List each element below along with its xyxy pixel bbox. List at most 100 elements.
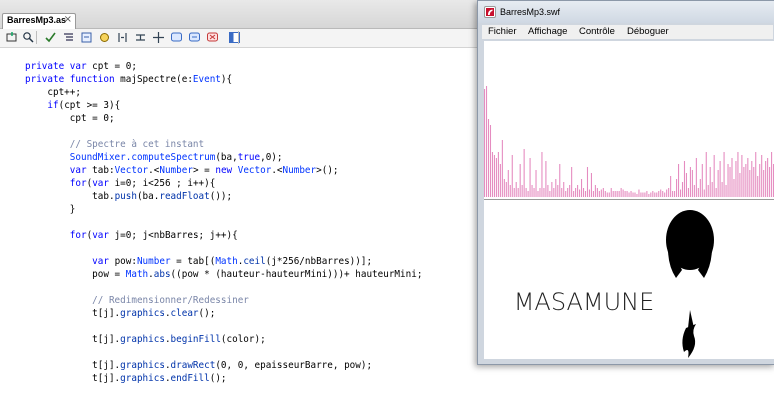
spectrum-bar	[509, 185, 511, 197]
code-token: .<	[148, 165, 160, 176]
code-token: tab.	[25, 191, 115, 202]
code-token: (ba,	[215, 152, 238, 163]
insert-target-icon[interactable]	[6, 31, 19, 44]
spectrum-bar	[602, 188, 604, 197]
menu-fichier[interactable]: Fichier	[488, 26, 517, 37]
code-token: pow:	[114, 256, 137, 267]
spectrum-bar	[638, 189, 640, 197]
code-token: beginFill	[170, 334, 221, 345]
spectrum-bar	[713, 155, 715, 197]
code-token: tab:	[92, 165, 115, 176]
spectrum-bar	[672, 191, 674, 197]
spectrum-bar	[497, 152, 499, 197]
menu-deboguer[interactable]: Déboguer	[627, 26, 669, 37]
expand-all-icon[interactable]	[152, 31, 165, 44]
code-token: ((pow * (hauteur-hauteurMini)))+ hauteur…	[170, 269, 423, 280]
menu-controle[interactable]: Contrôle	[579, 26, 615, 37]
code-token: (color);	[220, 334, 266, 345]
spectrum-bar	[549, 191, 551, 197]
close-tab-icon[interactable]: ×	[64, 14, 72, 25]
spectrum-bar	[755, 152, 757, 197]
spectrum-bar	[590, 173, 592, 197]
apply-block-comment-icon[interactable]	[170, 31, 183, 44]
code-line: }	[25, 203, 76, 216]
code-token: cpt = 0;	[92, 61, 137, 72]
check-syntax-icon[interactable]	[44, 31, 57, 44]
code-line: var tab:Vector.<Number> = new Vector.<Nu…	[25, 164, 339, 177]
spectrum-bar	[491, 152, 494, 197]
code-area[interactable]: private var cpt = 0; private function maj…	[0, 48, 480, 400]
code-token: t[j].	[25, 334, 121, 345]
window-title: BarresMp3.swf	[500, 7, 561, 17]
collapse-between-braces-icon[interactable]	[116, 31, 129, 44]
code-line: cpt = 0;	[25, 112, 115, 125]
spectrum-bar	[739, 173, 741, 197]
spectrum-bar	[717, 170, 719, 197]
spectrum-bar	[569, 185, 571, 197]
spectrum-bar	[654, 192, 656, 197]
spectrum-bar	[559, 164, 561, 197]
spectrum-bar	[511, 155, 513, 197]
spectrum-bar	[557, 185, 559, 197]
code-token: }	[25, 204, 76, 215]
menu-affichage[interactable]: Affichage	[528, 26, 567, 37]
spectrum-bar	[545, 161, 547, 197]
code-token: clear	[170, 308, 199, 319]
code-token: private function	[25, 74, 121, 85]
spectrum-bar	[606, 192, 608, 197]
code-line: // Spectre à cet instant	[25, 138, 204, 151]
swf-player-window: BarresMp3.swf Fichier Affichage Contrôle…	[477, 0, 774, 365]
spectrum-bar	[668, 188, 670, 197]
collapse-selection-icon[interactable]	[134, 31, 147, 44]
spectrum-bar	[507, 170, 509, 197]
spectrum-bar	[600, 189, 602, 197]
toolbar-separator	[36, 31, 37, 44]
code-token: Number	[159, 165, 193, 176]
spectrum-bar	[567, 188, 569, 197]
remove-comment-icon[interactable]	[206, 31, 219, 44]
spectrum-bar	[541, 152, 543, 197]
spectrum-bar	[666, 189, 668, 197]
code-line: if(cpt >= 3){	[25, 99, 120, 112]
code-token: .<	[271, 165, 283, 176]
spectrum-bar	[527, 191, 529, 197]
code-token: push	[114, 191, 137, 202]
window-titlebar[interactable]: BarresMp3.swf	[478, 1, 774, 23]
code-token: var	[69, 165, 93, 176]
debug-options-icon[interactable]	[98, 31, 111, 44]
code-token: t[j].	[25, 308, 121, 319]
spectrum-bar	[592, 191, 594, 197]
code-token: ,0);	[260, 152, 283, 163]
spectrum-bar	[519, 164, 521, 197]
document-tab-label: BarresMp3.as	[7, 15, 67, 25]
spectrum-bar	[648, 194, 650, 197]
code-token: cpt = 0;	[25, 113, 115, 124]
apply-line-comment-icon[interactable]	[188, 31, 201, 44]
spectrum-bar	[747, 158, 749, 197]
spectrum-bar	[513, 188, 515, 197]
spectrum-bar	[719, 161, 721, 197]
spectrum-bar	[634, 192, 636, 197]
spectrum-bar	[695, 158, 697, 197]
auto-format-icon[interactable]	[62, 31, 75, 44]
document-tab[interactable]: BarresMp3.as ×	[2, 13, 76, 29]
code-hint-icon[interactable]	[80, 31, 93, 44]
spectrum-bar	[563, 182, 565, 197]
spectrum-bar	[501, 140, 503, 197]
find-icon[interactable]	[22, 31, 35, 44]
spectrum-bar	[731, 158, 733, 197]
toolbar-separator	[238, 31, 239, 44]
code-token: Vector	[237, 165, 272, 176]
code-line: // Redimensionner/Redessiner	[25, 294, 249, 307]
spectrum-bar	[771, 152, 773, 197]
code-token: = tab[(	[170, 256, 216, 267]
code-token: graphics	[120, 308, 165, 319]
logo-wordmark: MASAMUNE	[513, 288, 655, 316]
code-token: var	[92, 178, 115, 189]
spectrum-bar	[699, 179, 701, 197]
spectrum-bar	[582, 188, 585, 197]
code-token: // Redimensionner/Redessiner	[25, 295, 249, 306]
show-hide-toolbox-icon[interactable]	[228, 31, 241, 44]
spectrum-bar	[499, 164, 501, 197]
